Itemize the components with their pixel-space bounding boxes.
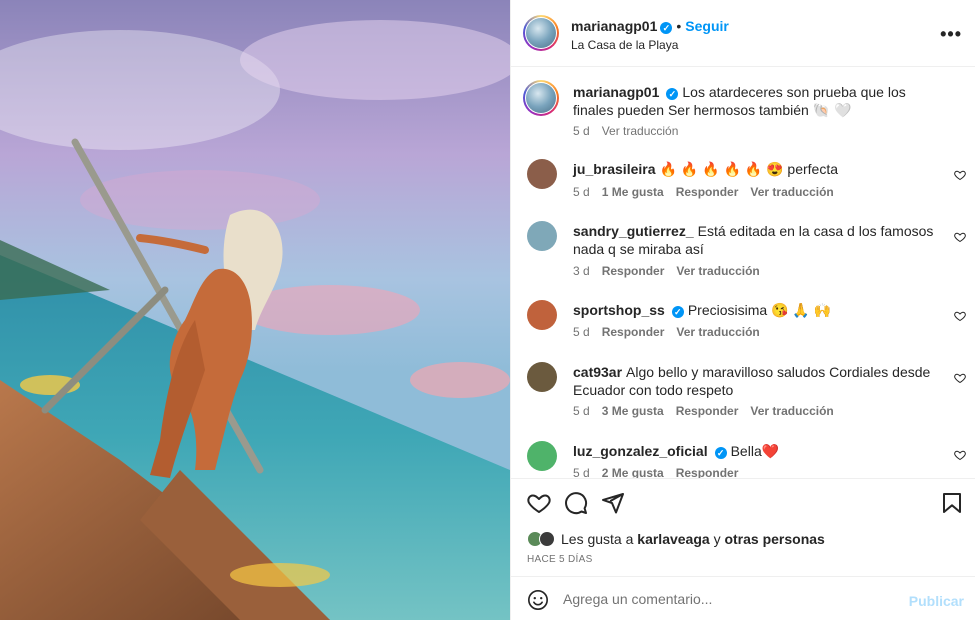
post-photo-illustration [0,0,510,620]
publish-button[interactable]: Publicar [909,593,964,609]
comment-avatar[interactable] [527,362,557,392]
comment-username[interactable]: sportshop_ss [573,302,665,318]
author-line: marianagp01 ✓ • Seguir [571,18,729,36]
post-photo[interactable] [0,0,510,620]
comment-time: 5 d [573,466,590,478]
comment-like-heart-icon[interactable] [954,169,966,181]
caption-username[interactable]: marianagp01 [573,84,659,100]
caption-avatar[interactable] [523,80,559,116]
comment-bubble-icon[interactable] [564,491,588,515]
comment-avatar[interactable] [527,300,557,330]
comment-input[interactable] [563,585,903,613]
comment-avatar[interactable] [527,159,557,189]
comments-list[interactable]: marianagp01 ✓ Los atardeceres son prueba q… [511,68,975,478]
comment-time: 3 d [573,264,590,278]
likes-user-link[interactable]: karlaveaga [637,531,709,547]
likes-connector: y [713,531,721,547]
comment-reply-button[interactable]: Responder [676,185,739,199]
comment-username[interactable]: cat93ar [573,364,622,380]
verified-badge-icon: ✓ [714,447,727,459]
paper-plane-icon[interactable] [601,491,625,515]
liker-avatar [539,531,555,547]
verified-badge-icon: ✓ [671,306,684,318]
comment-text: Algo bello y maravilloso saludos Cordial… [573,364,931,398]
more-options-icon[interactable]: ••• [940,24,962,45]
emoji-icon[interactable] [527,589,549,611]
verified-badge-icon: ✓ [660,22,673,34]
caption-translate-link[interactable]: Ver traducción [602,124,679,138]
comment-like-heart-icon[interactable] [954,310,966,322]
comment-username[interactable]: ju_brasileira [573,161,656,177]
likes-prefix: Les gusta a [561,531,634,547]
author-username[interactable]: marianagp01 [571,18,657,34]
comment-reply-button[interactable]: Responder [676,404,739,418]
post-header: marianagp01 ✓ • Seguir La Casa de la Playa … [511,0,975,67]
comment-likes[interactable]: 3 Me gusta [602,404,664,418]
post-location[interactable]: La Casa de la Playa [571,38,678,52]
comment-avatar[interactable] [527,221,557,251]
comment-username[interactable]: sandry_gutierrez_ [573,223,694,239]
comment-text: 🔥 🔥 🔥 🔥 🔥 😍 perfecta [659,161,839,177]
verified-badge-icon: ✓ [666,88,679,100]
separator-dot: • [676,18,682,34]
likes-others-link[interactable]: otras personas [724,531,824,547]
comment-reply-button[interactable]: Responder [676,466,739,478]
bookmark-icon[interactable] [940,491,964,515]
author-avatar[interactable] [523,15,559,51]
comment-like-heart-icon[interactable] [954,231,966,243]
comment-translate-link[interactable]: Ver traducción [750,185,833,199]
post-actions: Les gusta a karlaveaga y otras personas … [511,478,975,575]
comment-likes[interactable]: 2 Me gusta [602,466,664,478]
caption-time: 5 d [573,124,590,138]
add-comment-bar: Publicar [511,576,975,620]
follow-button[interactable]: Seguir [685,18,729,34]
comment-reply-button[interactable]: Responder [602,264,665,278]
comment-text: Preciosisima 😘 🙏 🙌 [687,302,832,318]
comment-like-heart-icon[interactable] [954,449,966,461]
post-details-panel: marianagp01 ✓ • Seguir La Casa de la Playa … [510,0,975,620]
comment-like-heart-icon[interactable] [954,372,966,384]
comment-text: Bella❤️ [730,443,780,459]
comment-username[interactable]: luz_gonzalez_oficial [573,443,708,459]
likes-summary: Les gusta a karlaveaga y otras personas [527,531,825,547]
comment-translate-link[interactable]: Ver traducción [676,264,759,278]
comment-translate-link[interactable]: Ver traducción [750,404,833,418]
comment-time: 5 d [573,185,590,199]
post-time-ago: HACE 5 DÍAS [527,554,593,565]
comment-reply-button[interactable]: Responder [602,325,665,339]
comment-time: 5 d [573,404,590,418]
comment-likes[interactable]: 1 Me gusta [602,185,664,199]
heart-icon[interactable] [527,491,551,515]
comment-translate-link[interactable]: Ver traducción [676,325,759,339]
comment-time: 5 d [573,325,590,339]
comment-avatar[interactable] [527,441,557,471]
